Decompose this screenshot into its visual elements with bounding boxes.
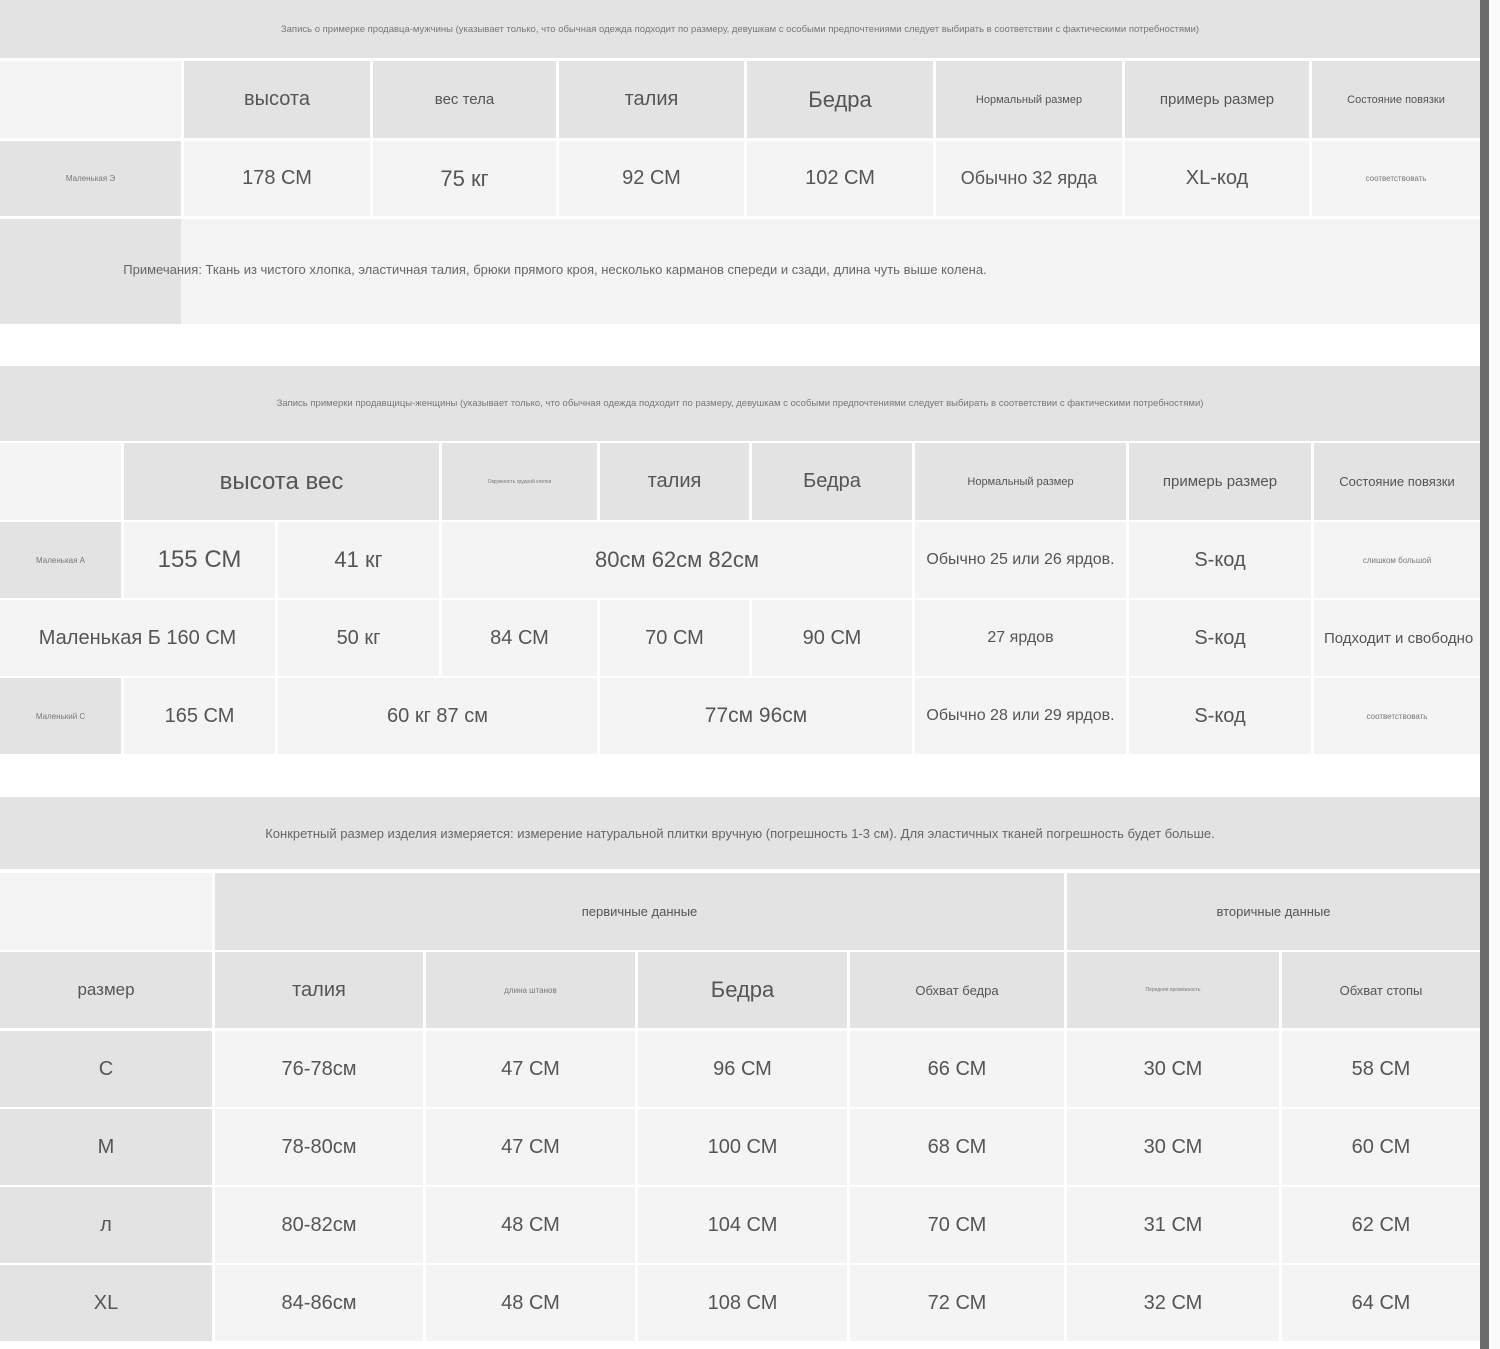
women-row-c-weight-chest: 60 кг 87 см	[278, 678, 597, 754]
women-row-a-height: 155 СМ	[124, 522, 275, 598]
men-header-height: высота	[184, 61, 370, 138]
men-header-fit: Состояние повязки	[1312, 61, 1480, 138]
product-row-s-hips: 96 СМ	[638, 1031, 847, 1107]
product-row-xl-rise: 32 СМ	[1067, 1265, 1279, 1341]
product-row-l-size: л	[0, 1187, 212, 1263]
women-header-hips: Бедра	[752, 443, 912, 520]
men-row-waist: 92 СМ	[559, 141, 744, 216]
men-row-height: 178 СМ	[184, 141, 370, 216]
men-row-fit: соответствовать	[1312, 141, 1480, 216]
women-row-c-normal-size: Обычно 28 или 29 ярдов.	[915, 678, 1126, 754]
product-row-xl-thigh: 72 СМ	[850, 1265, 1064, 1341]
men-row-try-size: XL-код	[1125, 141, 1309, 216]
women-row-a-name: Маленькая А	[0, 522, 121, 598]
women-row-a-measures-cell: 80см 62см 82см	[442, 522, 912, 598]
women-row-c-height: 165 СМ	[124, 678, 275, 754]
women-row-b-waist: 70 СМ	[600, 600, 749, 676]
page-right-margin	[1489, 0, 1500, 1349]
women-row-b-weight: 50 кг	[278, 600, 439, 676]
women-row-b-hips: 90 СМ	[752, 600, 912, 676]
product-row-m-waist: 78-80см	[215, 1109, 423, 1185]
product-header-thigh: Обхват бедра	[850, 952, 1064, 1028]
product-header-length: длина штанов	[426, 952, 635, 1028]
women-row-b-fit: Подходит и свободно	[1314, 600, 1480, 676]
product-row-l-waist: 80-82см	[215, 1187, 423, 1263]
women-row-b-name-height: Маленькая Б 160 СМ	[0, 600, 275, 676]
product-caption: Конкретный размер изделия измеряется: из…	[0, 797, 1480, 869]
product-row-l-hips: 104 СМ	[638, 1187, 847, 1263]
men-row-normal-size: Обычно 32 ярда	[936, 141, 1122, 216]
product-header-corner	[0, 873, 212, 950]
product-row-m-thigh: 68 СМ	[850, 1109, 1064, 1185]
size-chart-page: Запись о примерке продавца-мужчины (указ…	[0, 0, 1480, 1349]
product-row-m-rise: 30 СМ	[1067, 1109, 1279, 1185]
product-row-s-waist: 76-78см	[215, 1031, 423, 1107]
product-row-l-length: 48 СМ	[426, 1187, 635, 1263]
men-notes-text: Примечания: Ткань из чистого хлопка, эла…	[123, 261, 987, 277]
page-right-edge	[1480, 0, 1489, 1349]
men-header-waist: талия	[559, 61, 744, 138]
product-row-l-foot: 62 СМ	[1282, 1187, 1480, 1263]
product-row-s-size: С	[0, 1031, 212, 1107]
product-row-xl-foot: 64 СМ	[1282, 1265, 1480, 1341]
men-row-name: Маленькая Э	[0, 141, 181, 216]
women-row-b-try-size: S-код	[1129, 600, 1311, 676]
men-caption: Запись о примерке продавца-мужчины (указ…	[0, 0, 1480, 58]
women-header-waist: талия	[600, 443, 749, 520]
product-row-m-foot: 60 СМ	[1282, 1109, 1480, 1185]
product-row-xl-waist: 84-86см	[215, 1265, 423, 1341]
men-header-normal-size: Нормальный размер	[936, 61, 1122, 138]
product-row-m-length: 47 СМ	[426, 1109, 635, 1185]
product-row-xl-hips: 108 СМ	[638, 1265, 847, 1341]
product-header-size: размер	[0, 952, 212, 1028]
product-row-s-foot: 58 СМ	[1282, 1031, 1480, 1107]
product-row-l-rise: 31 СМ	[1067, 1187, 1279, 1263]
women-row-c-waist-hips: 77см 96см	[704, 704, 808, 727]
product-group-primary: первичные данные	[215, 873, 1064, 950]
women-row-c-waist-hips-cell: 77см 96см	[600, 678, 912, 754]
product-header-waist: талия	[215, 952, 423, 1028]
women-header-fit: Состояние повязки	[1314, 443, 1480, 520]
product-header-foot: Обхват стопы	[1282, 952, 1480, 1028]
women-header-chest: Окружность грудной клетки	[442, 443, 597, 520]
men-header-hips: Бедра	[747, 61, 933, 138]
women-header-height-weight-cell: высота вес	[124, 443, 439, 520]
women-row-b-chest: 84 СМ	[442, 600, 597, 676]
men-header-try-size: примерь размер	[1125, 61, 1309, 138]
women-header-corner	[0, 443, 121, 520]
men-row-weight: 75 кг	[373, 141, 556, 216]
women-caption: Запись примерки продавщицы-женщины (указ…	[0, 366, 1480, 441]
women-row-a-measures: 80см 62см 82см	[594, 547, 759, 572]
women-header-height-weight: высота вес	[219, 467, 344, 495]
product-row-m-hips: 100 СМ	[638, 1109, 847, 1185]
product-row-l-thigh: 70 СМ	[850, 1187, 1064, 1263]
men-header-corner	[0, 61, 181, 138]
men-row-hips: 102 СМ	[747, 141, 933, 216]
women-row-c-name: Маленький С	[0, 678, 121, 754]
women-row-a-normal-size: Обычно 25 или 26 ярдов.	[915, 522, 1126, 598]
product-header-rise: Передняя промежность	[1067, 952, 1279, 1028]
women-row-a-try-size: S-код	[1129, 522, 1311, 598]
product-row-s-rise: 30 СМ	[1067, 1031, 1279, 1107]
women-row-a-fit: слишком большой	[1314, 522, 1480, 598]
women-header-try-size: примерь размер	[1129, 443, 1311, 520]
women-row-a-weight: 41 кг	[278, 522, 439, 598]
product-header-hips: Бедра	[638, 952, 847, 1028]
women-row-b-normal-size: 27 ярдов	[915, 600, 1126, 676]
women-row-c-fit: соответствовать	[1314, 678, 1480, 754]
men-header-weight: вес тела	[373, 61, 556, 138]
women-row-c-try-size: S-код	[1129, 678, 1311, 754]
product-row-m-size: М	[0, 1109, 212, 1185]
women-row-b-fit-text: Подходит и свободно	[1324, 629, 1474, 647]
product-row-s-length: 47 СМ	[426, 1031, 635, 1107]
product-row-xl-length: 48 СМ	[426, 1265, 635, 1341]
women-header-normal-size: Нормальный размер	[915, 443, 1126, 520]
product-row-xl-size: XL	[0, 1265, 212, 1341]
product-row-s-thigh: 66 СМ	[850, 1031, 1064, 1107]
product-group-secondary: вторичные данные	[1067, 873, 1480, 950]
